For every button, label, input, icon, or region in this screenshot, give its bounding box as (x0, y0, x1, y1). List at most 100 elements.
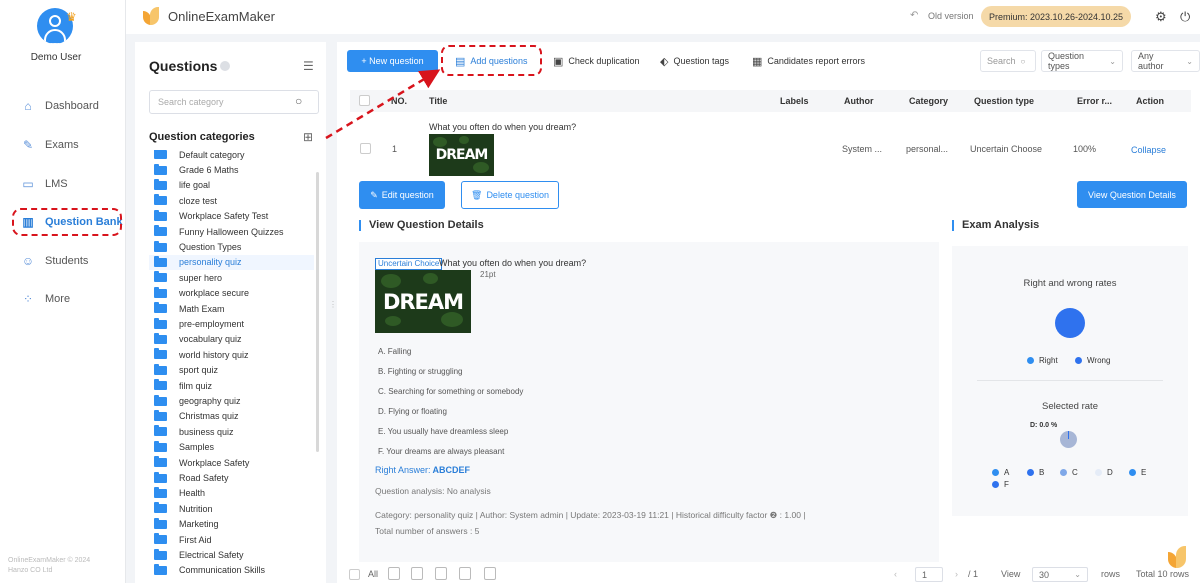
panel-splitter[interactable]: ⋮ (329, 300, 337, 320)
report-icon: ▦ (752, 55, 763, 68)
view-question-details-button[interactable]: View Question Details (1077, 181, 1187, 208)
chevron-down-icon: ⌄ (1109, 56, 1116, 66)
category-item[interactable]: Electrical Safety (149, 547, 314, 562)
move-icon[interactable] (411, 567, 423, 580)
category-item[interactable]: Christmas quiz (149, 409, 314, 424)
category-item[interactable]: Nutrition (149, 501, 314, 516)
category-item[interactable]: Health (149, 486, 314, 501)
category-item[interactable]: Question Types (149, 239, 314, 254)
category-item[interactable]: cloze test (149, 193, 314, 208)
folder-icon (154, 348, 167, 360)
category-item[interactable]: Math Exam (149, 301, 314, 316)
table-row[interactable]: 1 What you often do when you dream? DREA… (350, 114, 1191, 176)
category-scrollbar[interactable] (316, 172, 319, 452)
rows-per-page-select[interactable]: 30 ⌄ (1032, 567, 1088, 582)
power-icon[interactable]: ⏻ (1180, 9, 1190, 25)
category-item[interactable]: Communication Skills (149, 563, 314, 575)
old-version-link[interactable]: Old version (928, 11, 974, 21)
legend-a[interactable]: A (992, 468, 1009, 477)
word-export-icon[interactable] (435, 567, 447, 580)
selected-rate-title: Selected rate (1042, 401, 1098, 412)
category-label: pre-employment (179, 319, 245, 330)
category-item[interactable]: Road Safety (149, 470, 314, 485)
select-all-footer-checkbox[interactable] (349, 569, 360, 580)
category-item[interactable]: pre-employment (149, 316, 314, 331)
category-label: Marketing (179, 519, 219, 530)
category-item[interactable]: Grade 6 Maths (149, 162, 314, 177)
next-page-icon[interactable]: › (955, 569, 958, 579)
row-checkbox[interactable] (360, 143, 371, 154)
gear-icon[interactable]: ⚙ (1155, 9, 1167, 25)
page-input[interactable]: 1 (915, 567, 943, 582)
legend-f[interactable]: F (992, 480, 1009, 489)
category-item[interactable]: vocabulary quiz (149, 332, 314, 347)
category-item[interactable]: life goal (149, 178, 314, 193)
category-item[interactable]: Marketing (149, 517, 314, 532)
category-panel: Questions ☰ ○ Question categories ⊞ Defa… (135, 42, 326, 583)
legend-wrong[interactable]: Wrong (1075, 356, 1110, 365)
category-item[interactable]: workplace secure (149, 286, 314, 301)
nav-item-dashboard[interactable]: ⌂ Dashboard (20, 96, 98, 116)
edit-question-button[interactable]: ✎ Edit question (359, 181, 445, 209)
legend-c[interactable]: C (1060, 468, 1078, 477)
excel-export-icon[interactable] (459, 567, 471, 580)
delete-question-button[interactable]: 🗑 Delete question (461, 181, 559, 209)
category-item[interactable]: super hero (149, 270, 314, 285)
nav-item-exams[interactable]: ✎ Exams (20, 135, 79, 155)
folder-icon (154, 517, 167, 529)
category-label: Math Exam (179, 303, 225, 314)
category-item[interactable]: Workplace Safety (149, 455, 314, 470)
category-label: First Aid (179, 534, 212, 545)
category-item[interactable]: Workplace Safety Test (149, 209, 314, 224)
legend-e[interactable]: E (1129, 468, 1146, 477)
add-folder-icon[interactable]: ⊞ (303, 130, 313, 144)
legend-b[interactable]: B (1027, 468, 1044, 477)
search-icon[interactable]: ○ (295, 94, 302, 108)
category-label: Workplace Safety (179, 457, 250, 468)
new-question-button[interactable]: + New question (347, 50, 438, 72)
tag-icon[interactable] (484, 567, 496, 580)
category-item[interactable]: sport quiz (149, 363, 314, 378)
category-item[interactable]: Samples (149, 440, 314, 455)
category-item[interactable]: personality quiz (149, 254, 314, 271)
premium-badge[interactable]: Premium: 2023.10.26-2024.10.25 (981, 6, 1131, 27)
category-label: Nutrition (179, 503, 213, 514)
question-tags-button[interactable]: ⬖ Question tags (660, 52, 729, 70)
collapse-link[interactable]: Collapse (1131, 145, 1166, 155)
question-types-select[interactable]: Question types ⌄ (1041, 50, 1123, 72)
category-label: film quiz (179, 380, 213, 391)
category-item[interactable]: geography quiz (149, 393, 314, 408)
menu-icon[interactable]: ☰ (303, 59, 314, 73)
folder-icon (154, 240, 167, 252)
candidates-report-button[interactable]: ▦ Candidates report errors (752, 52, 865, 70)
brand-corner-logo-icon (1168, 546, 1188, 572)
delete-icon[interactable] (388, 567, 400, 580)
chevron-down-icon: ⌄ (1186, 56, 1193, 66)
author-select[interactable]: Any author ⌄ (1131, 50, 1200, 72)
folder-icon (154, 379, 167, 391)
col-action: Action (1136, 96, 1164, 106)
category-item[interactable]: business quiz (149, 424, 314, 439)
question-points: 21pt (480, 270, 496, 279)
prev-page-icon[interactable]: ‹ (894, 569, 897, 579)
search-box[interactable]: Search ○ (980, 50, 1036, 72)
category-item[interactable]: Default category (149, 150, 314, 162)
check-duplication-button[interactable]: ▣ Check duplication (553, 52, 639, 70)
legend-d[interactable]: D (1095, 468, 1113, 477)
row-category: personal... (906, 144, 949, 154)
nav-item-more[interactable]: ⁘ More (20, 289, 70, 309)
category-item[interactable]: film quiz (149, 378, 314, 393)
category-label: life goal (179, 180, 211, 191)
nav-item-students[interactable]: ☺ Students (20, 251, 89, 271)
brand-name: OnlineExamMaker (168, 9, 275, 24)
category-item[interactable]: world history quiz (149, 347, 314, 362)
folder-icon (154, 271, 167, 283)
category-item[interactable]: Funny Halloween Quizzes (149, 224, 314, 239)
category-list: Default category Grade 6 Maths life goal cl… (149, 150, 319, 575)
legend-right[interactable]: Right (1027, 356, 1058, 365)
nav-item-lms[interactable]: ▭ LMS (20, 174, 67, 194)
info-icon[interactable] (220, 61, 230, 71)
select-all-checkbox[interactable] (359, 95, 370, 106)
category-item[interactable]: First Aid (149, 532, 314, 547)
category-search-input[interactable] (149, 90, 319, 114)
